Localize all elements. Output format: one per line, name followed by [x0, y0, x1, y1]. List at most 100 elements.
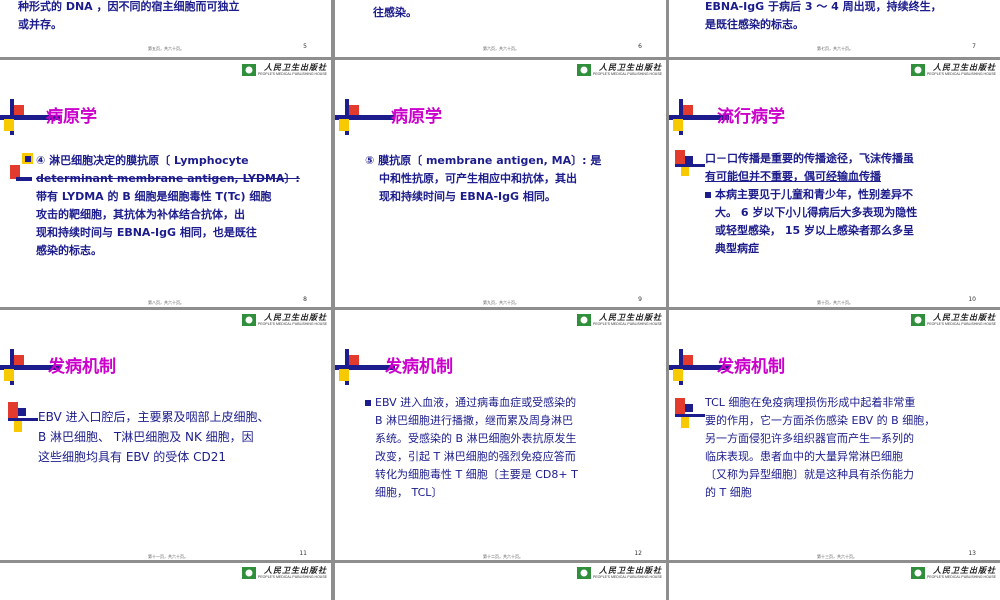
slide-text-line: EBV 进入血液，通过病毒血症或受感染的	[375, 396, 577, 409]
slide-number: 6	[638, 43, 642, 50]
slide-footer: 第十一页，共六十页。	[148, 554, 188, 559]
slide-text-line: 现和持续时间与 EBNA-IgG 相同。	[379, 190, 556, 203]
slide-text-line: EBV 进入口腔后，主要累及咽部上皮细胞、	[38, 410, 270, 424]
slide-thumbnail-10[interactable]: 人民卫生出版社 PEOPLE'S MEDICAL PUBLISHING HOUSE…	[669, 60, 1000, 307]
slide-text-line: 中和性抗原，可产生相应中和抗体，其出	[379, 172, 577, 185]
slide-thumbnail-13[interactable]: 人民卫生出版社 PEOPLE'S MEDICAL PUBLISHING HOUSE…	[669, 310, 1000, 560]
slide-text-line: EBNA-IgG 于病后 3 ～ 4 周出现，持续终生，	[705, 0, 942, 13]
publisher-name: 人民卫生出版社	[264, 565, 327, 575]
publisher-logo: 人民卫生出版社 PEOPLE'S MEDICAL PUBLISHING HOUSE	[241, 565, 327, 579]
slide-text-line: 临床表现。患者血中的大量异常淋巴细胞	[705, 450, 903, 463]
bullet-decoration-icon	[10, 165, 32, 181]
publisher-logo: 人民卫生出版社 PEOPLE'S MEDICAL PUBLISHING HOUSE	[241, 312, 327, 326]
bullet-decoration-icon	[22, 153, 33, 164]
slide-text-line: 大。 6 岁以下小儿得病后大多表现为隐性	[715, 206, 918, 219]
publisher-name-en: PEOPLE'S MEDICAL PUBLISHING HOUSE	[926, 575, 996, 579]
slide-text-line: 或并存。	[18, 18, 62, 31]
slide-text-line: 现和持续时间与 EBNA-IgG 相同，也是既往	[36, 226, 257, 239]
bullet-icon	[705, 192, 711, 198]
slide-text-line: 攻击的靶细胞，其抗体为补体结合抗体，出	[36, 208, 245, 221]
slide-number: 8	[303, 296, 307, 303]
slide-number: 12	[634, 550, 642, 557]
slide-text-line: 是既往感染的标志。	[705, 18, 804, 31]
publisher-logo-icon	[241, 313, 256, 326]
slide-text-line: 的 T 细胞	[705, 486, 752, 499]
slide-thumbnail-14[interactable]: 人民卫生出版社 PEOPLE'S MEDICAL PUBLISHING HOUSE	[0, 563, 331, 600]
slide-text-line: 系统。受感染的 B 淋巴细胞外表抗原发生	[375, 432, 577, 445]
publisher-name: 人民卫生出版社	[933, 62, 996, 72]
publisher-name-en: PEOPLE'S MEDICAL PUBLISHING HOUSE	[257, 322, 327, 326]
slide-title: 发病机制	[717, 357, 785, 377]
publisher-name: 人民卫生出版社	[599, 565, 662, 575]
publisher-logo: 人民卫生出版社 PEOPLE'S MEDICAL PUBLISHING HOUSE	[910, 312, 996, 326]
slide-number: 5	[303, 43, 307, 50]
slide-text-line: 或轻型感染， 15 岁以上感染者那么多呈	[715, 224, 914, 237]
publisher-name: 人民卫生出版社	[264, 62, 327, 72]
publisher-name-en: PEOPLE'S MEDICAL PUBLISHING HOUSE	[926, 72, 996, 76]
bullet-decoration-icon	[675, 398, 705, 428]
slide-text-line: 有可能但并不重要，偶可经输血传播	[705, 170, 881, 183]
publisher-logo-icon	[241, 63, 256, 76]
publisher-logo: 人民卫生出版社 PEOPLE'S MEDICAL PUBLISHING HOUSE	[910, 62, 996, 76]
publisher-name: 人民卫生出版社	[599, 62, 662, 72]
slide-thumbnail-5[interactable]: 种形式的 DNA ，因不同的宿主细胞而可独立 或并存。 第五页，共六十页。 5	[0, 0, 331, 57]
slide-thumbnail-15[interactable]: 人民卫生出版社 PEOPLE'S MEDICAL PUBLISHING HOUSE	[335, 563, 666, 600]
slide-thumbnail-12[interactable]: 人民卫生出版社 PEOPLE'S MEDICAL PUBLISHING HOUSE…	[335, 310, 666, 560]
slide-thumbnail-6[interactable]: 往感染。 第六页，共六十页。 6	[335, 0, 666, 57]
slide-number: 7	[972, 43, 976, 50]
slide-thumbnail-7[interactable]: EBNA-IgG 于病后 3 ～ 4 周出现，持续终生， 是既往感染的标志。 第…	[669, 0, 1000, 57]
publisher-name-en: PEOPLE'S MEDICAL PUBLISHING HOUSE	[257, 72, 327, 76]
publisher-name-en: PEOPLE'S MEDICAL PUBLISHING HOUSE	[926, 322, 996, 326]
publisher-name-en: PEOPLE'S MEDICAL PUBLISHING HOUSE	[592, 72, 662, 76]
publisher-name: 人民卫生出版社	[933, 565, 996, 575]
slide-number: 13	[968, 550, 976, 557]
slide-thumbnail-9[interactable]: 人民卫生出版社 PEOPLE'S MEDICAL PUBLISHING HOUSE…	[335, 60, 666, 307]
slide-text-line: B 淋巴细胞进行播撒，继而累及周身淋巴	[375, 414, 574, 427]
publisher-logo: 人民卫生出版社 PEOPLE'S MEDICAL PUBLISHING HOUSE	[576, 565, 662, 579]
slide-text-line: 典型病症	[715, 242, 759, 255]
slide-text-line: 细胞， TCL〕	[375, 486, 443, 499]
title-decoration-icon	[335, 99, 395, 135]
slide-thumbnail-16[interactable]: 人民卫生出版社 PEOPLE'S MEDICAL PUBLISHING HOUSE	[669, 563, 1000, 600]
slide-footer: 第七页，共六十页。	[817, 46, 853, 51]
publisher-logo-icon	[241, 566, 256, 579]
slide-title: 病原学	[46, 107, 97, 127]
slide-footer: 第九页，共六十页。	[483, 300, 519, 305]
slide-sorter-grid: 种形式的 DNA ，因不同的宿主细胞而可独立 或并存。 第五页，共六十页。 5 …	[0, 0, 1000, 600]
slide-thumbnail-11[interactable]: 人民卫生出版社 PEOPLE'S MEDICAL PUBLISHING HOUSE…	[0, 310, 331, 560]
slide-text-line: ⑤ 膜抗原〔 membrane antigen, MA〕: 是	[365, 154, 602, 167]
publisher-logo-icon	[910, 313, 925, 326]
slide-text-line: 带有 LYDMA 的 B 细胞是细胞毒性 T(Tc) 细胞	[36, 190, 272, 203]
publisher-name: 人民卫生出版社	[933, 312, 996, 322]
slide-text-line: 感染的标志。	[36, 244, 102, 257]
slide-title: 发病机制	[48, 357, 116, 377]
slide-number: 9	[638, 296, 642, 303]
slide-text-line: 这些细胞均具有 EBV 的受体 CD21	[38, 450, 226, 464]
slide-footer: 第五页，共六十页。	[148, 46, 184, 51]
slide-text-line: B 淋巴细胞、 T淋巴细胞及 NK 细胞，因	[38, 430, 254, 444]
slide-footer: 第八页，共六十页。	[148, 300, 184, 305]
publisher-logo: 人民卫生出版社 PEOPLE'S MEDICAL PUBLISHING HOUSE	[576, 62, 662, 76]
bullet-decoration-icon	[675, 150, 705, 176]
slide-footer: 第六页，共六十页。	[483, 46, 519, 51]
slide-text-line: TCL 细胞在免疫病理损伤形成中起着非常重	[705, 396, 916, 409]
slide-thumbnail-8[interactable]: 人民卫生出版社 PEOPLE'S MEDICAL PUBLISHING HOUSE…	[0, 60, 331, 307]
slide-text-line: 种形式的 DNA ，因不同的宿主细胞而可独立	[18, 0, 240, 13]
slide-text-line: 改变，引起 T 淋巴细胞的强烈免疫应答而	[375, 450, 576, 463]
slide-text-line: 〔又称为异型细胞〕就是这种具有杀伤能力	[705, 468, 914, 481]
publisher-logo-icon	[910, 566, 925, 579]
slide-text-line: ④ 淋巴细胞决定的膜抗原〔 Lymphocyte	[36, 154, 249, 167]
slide-title: 发病机制	[385, 357, 453, 377]
publisher-logo-icon	[910, 63, 925, 76]
bullet-decoration-icon	[8, 402, 38, 432]
publisher-logo-icon	[576, 566, 591, 579]
slide-text-line: determinant membrane antigen, LYDMA〕:	[36, 172, 300, 185]
bullet-icon	[365, 400, 371, 406]
slide-title: 病原学	[391, 107, 442, 127]
slide-text-line: 要的作用，它一方面杀伤感染 EBV 的 B 细胞，	[705, 414, 936, 427]
slide-text-line: 往感染。	[373, 6, 417, 19]
slide-footer: 第十页，共六十页。	[817, 300, 853, 305]
slide-number: 11	[299, 550, 307, 557]
publisher-name: 人民卫生出版社	[264, 312, 327, 322]
publisher-logo-icon	[576, 63, 591, 76]
